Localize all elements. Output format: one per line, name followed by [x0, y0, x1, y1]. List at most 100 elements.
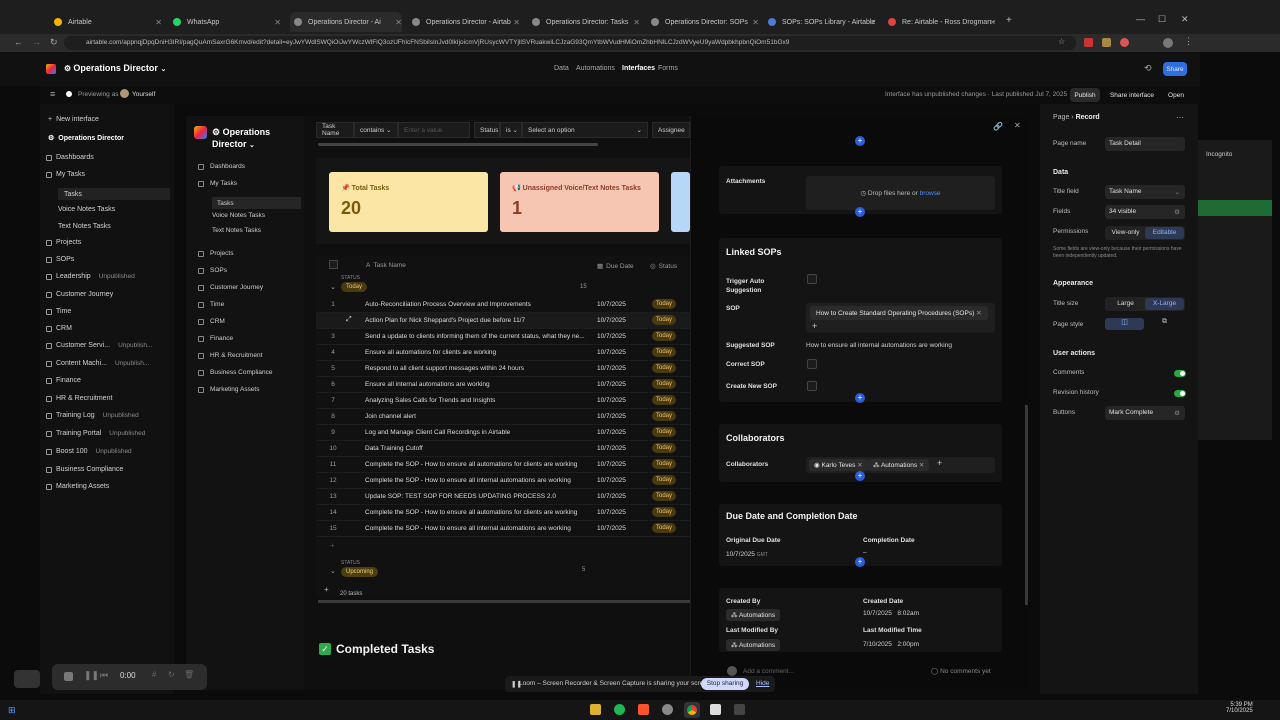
header-task-name[interactable]: A Task Name [366, 262, 406, 269]
brave-icon[interactable] [638, 704, 649, 715]
nav-data[interactable]: Data [554, 65, 569, 72]
back-icon[interactable]: ← [14, 37, 23, 47]
table-row[interactable]: 3 Send a update to clients informing them… [316, 329, 690, 345]
sidebar-item[interactable]: SOPs [46, 256, 74, 263]
preview-sidebar-item[interactable]: Text Notes Tasks [212, 227, 261, 234]
table-row[interactable]: 8 Join channel alert 10/7/2025 Today [316, 409, 690, 425]
sidebar-item[interactable]: HR & Recruitment [46, 395, 112, 402]
size-xlarge-option[interactable]: X-Large [1145, 298, 1184, 310]
spotify-icon[interactable] [614, 704, 625, 715]
previewing-user[interactable]: Yourself [132, 91, 155, 98]
windows-start-icon[interactable]: ⊞ [8, 705, 16, 716]
grid-scrollbar[interactable] [318, 600, 690, 603]
app-icon[interactable] [734, 704, 745, 715]
maximize-icon[interactable]: ☐ [1158, 14, 1166, 25]
new-interface-button[interactable]: + New interface [48, 116, 99, 123]
filter-operator[interactable]: contains ⌄ [354, 122, 398, 138]
extension-icon[interactable] [1120, 38, 1129, 47]
open-button[interactable]: Open [1164, 88, 1188, 102]
close-icon[interactable]: ✕ [1014, 121, 1021, 130]
table-row[interactable]: 5 Respond to all client support messages … [316, 361, 690, 377]
tab-7[interactable]: Re: Airtable - Ross Drogman - ✕ [888, 12, 996, 32]
rewind-icon[interactable]: ⏮ [100, 670, 108, 681]
add-field-icon[interactable]: + [855, 393, 865, 403]
share-button[interactable]: Share [1163, 62, 1187, 76]
publish-button[interactable]: Publish [1070, 88, 1100, 102]
tab-2[interactable]: Operations Director - Ai ✕ [290, 12, 402, 32]
sidebar-item[interactable]: Projects [46, 239, 81, 246]
sop-chip[interactable]: How to Create Standard Operating Procedu… [810, 306, 988, 320]
layout-style-icon[interactable]: ⧉ [1145, 318, 1184, 330]
close-icon[interactable]: ✕ [274, 18, 281, 27]
header-due-date[interactable]: ▦ Due Date [597, 262, 634, 270]
add-link-icon[interactable]: + [812, 321, 817, 331]
sidebar-item[interactable]: Tasks [58, 188, 170, 200]
bookmark-star-icon[interactable]: ☆ [1058, 37, 1065, 46]
profile-avatar[interactable] [1163, 38, 1173, 48]
sidebar-item[interactable]: My Tasks [46, 171, 85, 178]
tab-3[interactable]: Operations Director - Airtab ✕ [412, 12, 520, 32]
remove-icon[interactable]: ✕ [857, 462, 862, 469]
status-operator[interactable]: is ⌄ [500, 122, 522, 138]
title-field-select[interactable]: Task Name ⌄ [1105, 185, 1185, 199]
preview-sidebar-item[interactable]: Customer Journey [198, 284, 263, 291]
restart-icon[interactable]: ↻ [168, 670, 175, 679]
table-row[interactable]: 1 Auto-Reconciliation Process Overview an… [316, 297, 690, 313]
folder-icon[interactable] [590, 704, 601, 715]
add-collaborator-icon[interactable]: + [937, 458, 942, 468]
url-bar[interactable]: airtable.com/appnqjDpqDniH3IRI/pagQuAmSa… [64, 36, 1076, 50]
table-row[interactable]: 4 Ensure all automations for clients are … [316, 345, 690, 361]
panel-scrollbar[interactable] [1025, 405, 1028, 605]
camera-icon[interactable] [14, 670, 40, 688]
close-icon[interactable]: ✕ [752, 18, 759, 27]
tab-4[interactable]: Operations Director: Tasks ✕ [532, 12, 640, 32]
share-interface-button[interactable]: Share interface [1106, 88, 1158, 102]
collaborator-chip[interactable]: ◉ Karlo Teves ✕ [809, 459, 868, 471]
filter-field[interactable]: Task Name [316, 122, 354, 138]
page-name-input[interactable]: Task Detail [1105, 137, 1185, 151]
table-row[interactable]: 14 Complete the SOP - How to ensure all a… [316, 505, 690, 521]
sidebar-item[interactable]: CRM [46, 325, 72, 332]
base-title[interactable]: ⚙ Operations Director ⌄ [64, 63, 166, 73]
breadcrumb-page[interactable]: Page [1053, 114, 1069, 121]
remove-icon[interactable]: ✕ [976, 310, 981, 317]
reload-icon[interactable]: ↻ [50, 37, 58, 48]
fields-select[interactable]: 34 visible ⚙ [1105, 205, 1185, 219]
nav-interfaces[interactable]: Interfaces [622, 65, 655, 72]
close-icon[interactable]: ✕ [395, 18, 402, 27]
table-row[interactable]: 11 Complete the SOP - How to ensure all a… [316, 457, 690, 473]
filter-value-input[interactable]: Enter a value [398, 122, 470, 138]
preview-sidebar-item[interactable]: Finance [198, 335, 233, 342]
close-icon[interactable]: ✕ [513, 18, 520, 27]
app-icon[interactable] [710, 704, 721, 715]
extension-icon[interactable] [1102, 38, 1111, 47]
sidebar-item[interactable]: Dashboards [46, 154, 94, 161]
chrome-taskbar-item[interactable] [684, 702, 700, 718]
add-record-icon[interactable]: + [324, 585, 329, 594]
table-row[interactable]: 15 Complete the SOP - How to ensure all i… [316, 521, 690, 537]
add-field-icon[interactable]: + [855, 557, 865, 567]
sidebar-item[interactable]: Training Log Unpublished [46, 412, 139, 419]
preview-sidebar-item[interactable]: Dashboards [198, 163, 245, 170]
forward-icon[interactable]: → [32, 37, 41, 47]
new-tab-icon[interactable]: + [1006, 15, 1012, 26]
stop-sharing-button[interactable]: Stop sharing [701, 678, 749, 690]
collapse-group-icon[interactable]: ⌄ [330, 567, 336, 575]
sidebar-item[interactable]: Customer Journey [46, 291, 113, 298]
window-close-icon[interactable]: ✕ [1181, 14, 1189, 25]
preview-sidebar-item[interactable]: HR & Recruitment [198, 352, 262, 359]
revision-toggle[interactable] [1174, 390, 1186, 397]
menu-icon[interactable]: ⋮ [1184, 36, 1193, 47]
more-icon[interactable]: ⋯ [1176, 113, 1184, 122]
table-row[interactable]: 10 Data Training Cutoff 10/7/2025 Today [316, 441, 690, 457]
comments-toggle[interactable] [1174, 370, 1186, 377]
stop-icon[interactable] [64, 672, 73, 681]
minimize-icon[interactable]: — [1136, 14, 1145, 24]
nav-automations[interactable]: Automations [576, 65, 615, 72]
tab-5[interactable]: Operations Director: SOPs ✕ [651, 12, 759, 32]
buttons-select[interactable]: Mark Complete ⚙ [1105, 406, 1185, 420]
sidebar-item[interactable]: Boost 100 Unpublished [46, 448, 132, 455]
trash-icon[interactable]: 🗑 [184, 670, 194, 679]
preview-sidebar-item[interactable]: Time [198, 301, 224, 308]
preview-sidebar-item[interactable]: Marketing Assets [198, 386, 260, 393]
